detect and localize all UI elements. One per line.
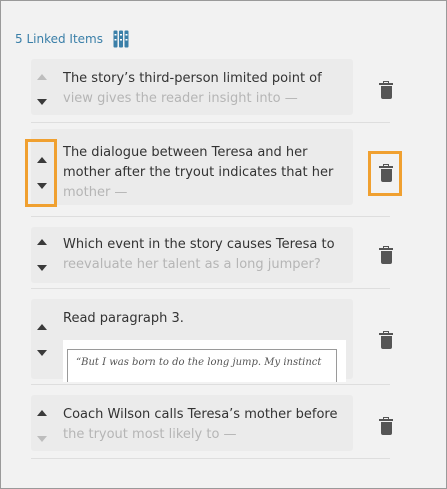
move-down-icon[interactable]	[37, 350, 47, 356]
trash-icon[interactable]	[379, 331, 393, 350]
item-text-line-faded: view gives the reader insight into —	[63, 91, 298, 106]
item-text-line-faded: reevaluate her talent as a long jumper?	[63, 257, 321, 272]
item-text-line: Which event in the story causes Teresa t…	[63, 237, 335, 252]
item-text-line: Coach Wilson calls Teresa’s mother befor…	[63, 407, 338, 422]
move-up-icon[interactable]	[37, 410, 47, 416]
item-text-line: mother after the tryout indicates that h…	[63, 165, 334, 180]
columns-icon[interactable]	[113, 30, 129, 48]
trash-icon[interactable]	[379, 164, 393, 183]
move-up-icon[interactable]	[37, 74, 47, 80]
trash-icon[interactable]	[379, 81, 393, 100]
item-text-line-faded: mother —	[63, 185, 128, 200]
move-down-icon[interactable]	[37, 436, 47, 442]
item-card[interactable]: Read paragraph 3. “But I was born to do …	[31, 299, 353, 382]
passage-quote: “But I was born to do the long jump. My …	[67, 349, 337, 382]
item-text: The story’s third-person limited point o…	[63, 69, 351, 109]
move-down-icon[interactable]	[37, 99, 47, 105]
linked-items-header: 5 Linked Items	[15, 29, 129, 49]
move-up-icon[interactable]	[37, 324, 47, 330]
linked-items-count: 5 Linked Items	[15, 32, 103, 46]
move-down-icon[interactable]	[37, 183, 47, 189]
item-text: Coach Wilson calls Teresa’s mother befor…	[63, 405, 351, 445]
move-up-icon[interactable]	[37, 239, 47, 245]
item-text: The dialogue between Teresa and her moth…	[63, 143, 351, 203]
item-card[interactable]: The story’s third-person limited point o…	[31, 59, 353, 115]
linked-item: Which event in the story causes Teresa t…	[31, 217, 393, 289]
linked-item: The story’s third-person limited point o…	[31, 59, 393, 123]
item-text: Which event in the story causes Teresa t…	[63, 235, 351, 275]
passage-excerpt: “But I was born to do the long jump. My …	[63, 340, 346, 382]
reorder-controls-highlight	[25, 139, 57, 207]
linked-items-panel: 5 Linked Items The story’s third-person …	[0, 0, 447, 489]
trash-icon[interactable]	[379, 246, 393, 265]
item-text-line: Read paragraph 3.	[63, 311, 184, 326]
move-up-icon[interactable]	[37, 157, 47, 163]
trash-icon[interactable]	[379, 417, 393, 436]
item-card[interactable]: Coach Wilson calls Teresa’s mother befor…	[31, 395, 353, 451]
move-down-icon[interactable]	[37, 265, 47, 271]
item-text-line-faded: the tryout most likely to —	[63, 427, 237, 442]
linked-item: Coach Wilson calls Teresa’s mother befor…	[31, 385, 393, 459]
item-text-line: The dialogue between Teresa and her	[63, 145, 308, 160]
linked-item: Read paragraph 3. “But I was born to do …	[31, 289, 393, 385]
item-card[interactable]: The dialogue between Teresa and her moth…	[31, 129, 353, 205]
item-text-line: The story’s third-person limited point o…	[63, 71, 322, 86]
item-card[interactable]: Which event in the story causes Teresa t…	[31, 227, 353, 283]
linked-item: The dialogue between Teresa and her moth…	[25, 123, 402, 217]
passage-quote-line: “But I was born to do the long jump. My …	[76, 357, 322, 368]
item-text: Read paragraph 3.	[63, 309, 351, 329]
